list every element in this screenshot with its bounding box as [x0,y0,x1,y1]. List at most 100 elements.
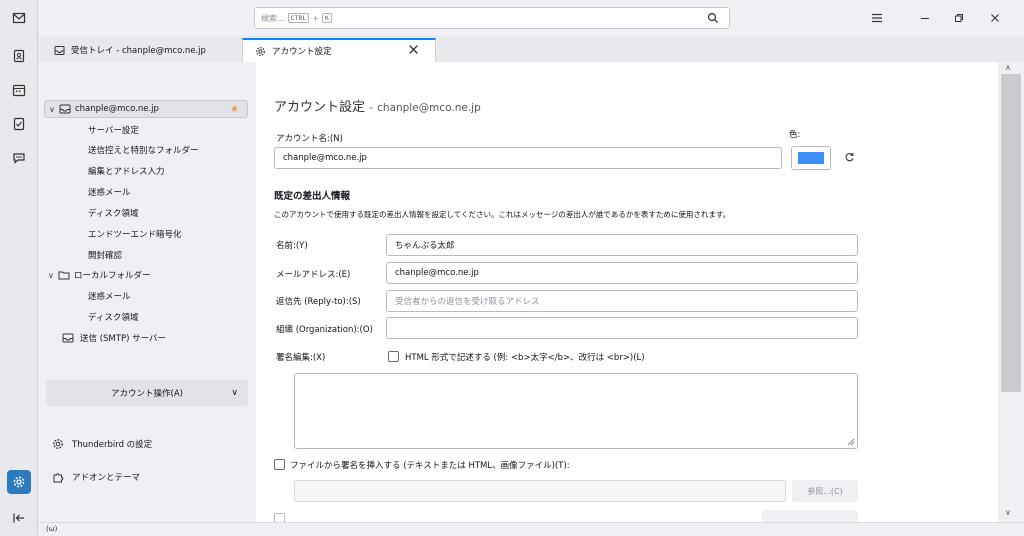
tree-item-label: ディスク領域 [88,313,139,323]
inbox-icon [54,45,65,55]
page-title-account: chanple@mco.ne.jp [377,102,481,114]
identity-description: このアカウントで使用する既定の差出人情報を設定してください。これはメッセージの差… [274,210,731,219]
calendar-space-button[interactable] [7,78,31,102]
color-picker[interactable] [791,146,831,170]
identity-section-title: 既定の差出人情報 [274,191,351,202]
hamburger-icon [872,13,882,23]
name-label: 名前:(Y) [276,241,308,251]
spaces-toolbar [0,0,38,536]
tab-close-button[interactable] [408,44,425,58]
scrollbar-thumb[interactable] [1001,74,1021,392]
next-option-checkbox[interactable] [274,513,285,522]
account-name-field[interactable]: chanple@mco.ne.jp [274,147,782,169]
online-status-icon[interactable]: (ω) [46,525,57,533]
html-signature-label: HTML 形式で記述する (例: <b>太字</b>、改行は <br>)(L) [405,353,645,363]
gear-icon [256,46,265,56]
signature-label: 署名編集:(X) [276,353,326,363]
search-input[interactable]: 検索... CTRL + K [254,7,730,29]
tab-account-settings-label: アカウント設定 [272,47,332,57]
status-bar: (ω) [38,522,1024,536]
app-window: 検索... CTRL + K 受信トレイ - chanple@mco.ne.jp… [0,0,1024,536]
tree-item-label: 編集とアドレス入力 [88,167,165,177]
tree-account[interactable]: ∨ chanple@mco.ne.jp ★ [44,100,248,118]
search-placeholder: 検索... [261,13,285,23]
tab-bar: 受信トレイ - chanple@mco.ne.jp アカウント設定 [38,36,1024,62]
close-window-button[interactable] [986,9,1004,27]
tab-inbox-label: 受信トレイ - chanple@mco.ne.jp [71,46,206,56]
tree-item-label: 迷惑メール [88,292,131,302]
addons-link[interactable]: アドオンとテーマ [52,468,140,486]
folder-icon [58,271,70,280]
unified-toolbar: 検索... CTRL + K [38,0,1024,36]
name-field[interactable]: ちゃんぷる太郎 [386,234,858,256]
chevron-down-icon: ∨ [49,104,55,114]
account-name-label: アカウント名:(N) [276,134,343,144]
next-option-button[interactable] [762,510,858,522]
tasks-space-button[interactable] [7,112,31,136]
account-actions-label: アカウント操作(A) [111,389,183,399]
scroll-down-icon[interactable]: ∨ [1005,508,1011,517]
tree-local-folders[interactable]: ∨ ローカルフォルダー [48,266,256,284]
restore-icon [955,14,963,22]
tree-item-label: 開封確認 [88,251,123,261]
scroll-up-icon[interactable]: ∧ [1005,63,1011,72]
account-tree-pane: ∨ chanple@mco.ne.jp ★ サーバー設定 送信控えと特別なフォル… [38,62,256,522]
tree-item-label: エンドツーエンド暗号化 [88,230,182,240]
outbox-icon [62,333,74,343]
chat-icon [13,153,25,164]
gear-icon [53,439,63,449]
calendar-icon [12,84,26,97]
restore-button[interactable] [950,9,968,27]
signature-file-checkbox[interactable] [274,459,285,470]
minimize-button[interactable] [916,9,934,27]
tab-inbox[interactable]: 受信トレイ - chanple@mco.ne.jp [42,38,240,62]
collapse-left-icon [13,513,24,523]
organization-label: 組織 (Organization):(O) [276,325,373,335]
chevron-down-icon: ∨ [231,388,238,398]
browse-button[interactable]: 参照...(C) [792,480,858,502]
app-menu-button[interactable] [868,9,886,27]
thunderbird-settings-label: Thunderbird の設定 [72,440,153,450]
thunderbird-settings-link[interactable]: Thunderbird の設定 [52,435,152,453]
email-field[interactable]: chanple@mco.ne.jp [386,262,858,284]
close-icon [409,45,418,54]
kbd-k: K [322,13,332,23]
tasks-icon [13,117,25,131]
page-title-text: アカウント設定 [274,100,366,115]
kbd-ctrl: CTRL [287,13,310,23]
color-swatch [798,152,824,164]
color-label: 色: [789,130,801,140]
organization-field[interactable] [386,317,858,339]
page-title-sep: - [369,102,373,114]
signature-textarea[interactable] [294,373,858,449]
tree-item-label: 送信 (SMTP) サーバー [80,334,166,344]
tree-item-label: ディスク領域 [88,209,139,219]
gear-icon [13,476,25,488]
reset-icon [845,153,854,162]
collapse-spaces-button[interactable] [7,506,31,530]
account-actions-button[interactable]: アカウント操作(A) ∨ [46,380,248,406]
email-label: メールアドレス:(E) [276,270,351,280]
address-book-space-button[interactable] [7,44,31,68]
chat-space-button[interactable] [7,146,31,170]
replyto-field[interactable]: 受信者からの返信を受け取るアドレス [386,290,858,312]
tab-account-settings[interactable]: アカウント設定 [242,38,436,62]
tree-item-label: 迷惑メール [88,188,131,198]
signature-file-label: ファイルから署名を挿入する (テキストまたは HTML、画像ファイル)(T): [290,461,570,471]
html-signature-checkbox[interactable] [388,351,399,362]
settings-space-button[interactable] [7,470,31,494]
search-icon [707,12,718,23]
tree-smtp-server[interactable]: 送信 (SMTP) サーバー [62,329,270,347]
reset-color-button[interactable] [844,152,855,166]
mail-space-button[interactable] [7,6,31,30]
account-settings-panel: アカウント設定 - chanple@mco.ne.jp アカウント名:(N) 色… [256,62,998,522]
star-icon: ★ [230,103,239,115]
page-title: アカウント設定 - chanple@mco.ne.jp [274,96,481,115]
tree-item-label: 送信控えと特別なフォルダー [88,146,199,156]
addons-label: アドオンとテーマ [72,473,141,483]
replyto-label: 返信先 (Reply-to):(S) [276,297,361,307]
content-scrollbar[interactable]: ∧ ∨ [998,62,1024,522]
signature-file-path[interactable] [294,480,786,502]
mail-icon [12,12,26,24]
resize-grip-icon [847,438,855,446]
